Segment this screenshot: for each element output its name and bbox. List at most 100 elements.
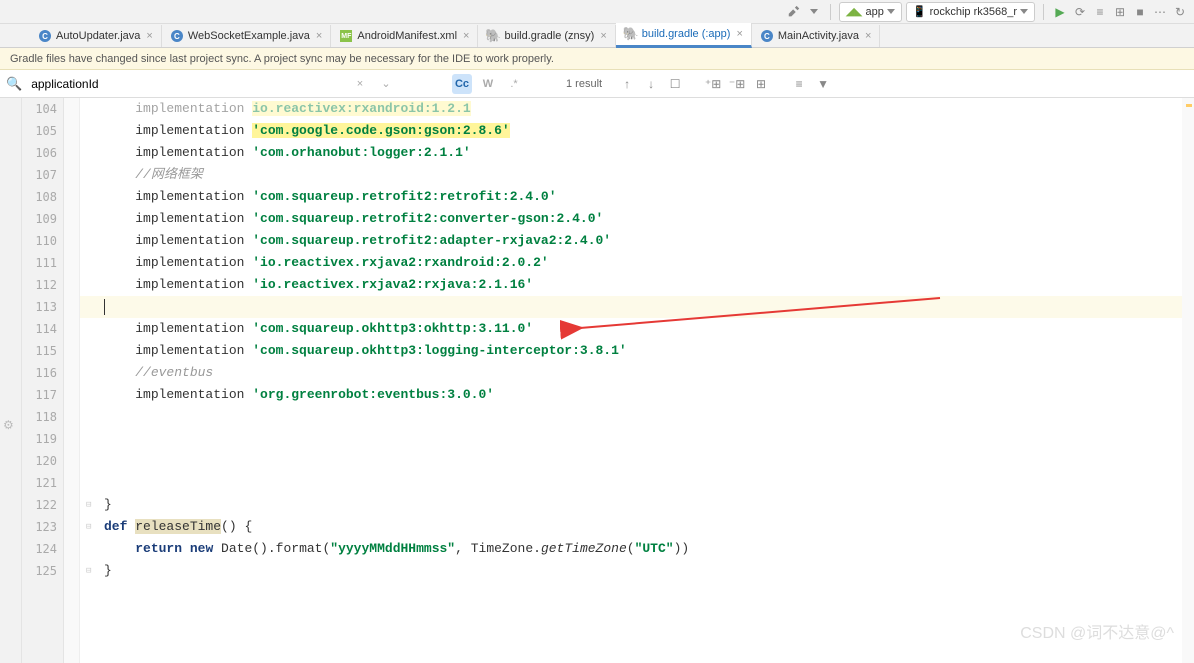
- left-strip: ⚙: [0, 98, 22, 663]
- code-line: implementation 'com.squareup.okhttp3:log…: [80, 340, 1194, 362]
- java-icon: C: [760, 29, 774, 43]
- code-line: [80, 428, 1194, 450]
- line-number: 112: [22, 274, 57, 296]
- find-bar: 🔍 × ⌄ Cc W .* 1 result ↑ ↓ ☐ ⁺⊞ ⁻⊞ ⊞ ≡ ▼: [0, 70, 1194, 98]
- line-number: 110: [22, 230, 57, 252]
- stop-icon[interactable]: ■: [1132, 4, 1148, 20]
- code-line: implementation 'io.reactivex.rxjava2:rxj…: [80, 274, 1194, 296]
- code-line: implementation 'com.squareup.retrofit2:r…: [80, 186, 1194, 208]
- code-content[interactable]: implementation io.reactivex:rxandroid:1.…: [80, 98, 1194, 663]
- java-icon: C: [170, 29, 184, 43]
- close-icon[interactable]: ×: [865, 30, 871, 42]
- tab-build-app[interactable]: 🐘 build.gradle (:app) ×: [616, 23, 752, 48]
- close-icon[interactable]: ×: [463, 30, 469, 42]
- code-line: implementation 'com.google.code.gson:gso…: [80, 120, 1194, 142]
- search-icon: 🔍: [6, 76, 22, 92]
- code-line: [80, 472, 1194, 494]
- run-config-label: app: [866, 6, 884, 18]
- close-icon[interactable]: ×: [146, 30, 152, 42]
- add-selection-icon[interactable]: ⁺⊞: [704, 75, 722, 93]
- line-gutter: 104 105 106 107 108 109 110 111 112 113 …: [22, 98, 64, 663]
- attach-icon[interactable]: ⊞: [1112, 4, 1128, 20]
- line-number: 122: [22, 494, 57, 516]
- line-number: 123: [22, 516, 57, 538]
- code-line-cursor: [80, 296, 1194, 318]
- close-icon[interactable]: ×: [736, 28, 742, 40]
- tab-build-znsy[interactable]: 🐘 build.gradle (znsy) ×: [478, 25, 615, 47]
- code-line: implementation 'io.reactivex.rxjava2:rxa…: [80, 252, 1194, 274]
- profile-icon[interactable]: ≡: [1092, 4, 1108, 20]
- code-line: //eventbus: [80, 362, 1194, 384]
- line-number: 125: [22, 560, 57, 582]
- history-icon[interactable]: ⌄: [376, 74, 396, 94]
- line-number: 115: [22, 340, 57, 362]
- code-line: ⊟}: [80, 494, 1194, 516]
- code-line: implementation 'com.squareup.okhttp3:okh…: [80, 318, 1194, 340]
- tab-autoupdater[interactable]: C AutoUpdater.java ×: [30, 25, 162, 47]
- manifest-icon: MF: [339, 29, 353, 43]
- gear-icon[interactable]: ⚙: [3, 418, 14, 432]
- regex-icon[interactable]: .*: [504, 74, 524, 94]
- code-line: implementation 'com.orhanobut:logger:2.1…: [80, 142, 1194, 164]
- select-all-icon[interactable]: ☐: [666, 75, 684, 93]
- file-tabs: C AutoUpdater.java × C WebSocketExample.…: [0, 24, 1194, 48]
- sync-icon[interactable]: ↻: [1172, 4, 1188, 20]
- line-number: 120: [22, 450, 57, 472]
- device-selector[interactable]: 📱 rockchip rk3568_r: [906, 2, 1035, 22]
- result-count: 1 result: [566, 78, 602, 90]
- code-line: implementation io.reactivex:rxandroid:1.…: [80, 98, 1194, 120]
- select-occurrences-icon[interactable]: ⊞: [752, 75, 770, 93]
- line-number: 118: [22, 406, 57, 428]
- words-icon[interactable]: W: [478, 74, 498, 94]
- run-icon[interactable]: ▶: [1052, 4, 1068, 20]
- editor: ⚙ 104 105 106 107 108 109 110 111 112 11…: [0, 98, 1194, 663]
- gradle-icon: 🐘: [624, 27, 638, 41]
- notification-text: Gradle files have changed since last pro…: [10, 53, 554, 65]
- run-config-selector[interactable]: ◢◣ app: [839, 2, 902, 22]
- device-icon: 📱: [913, 5, 927, 18]
- funnel-icon[interactable]: ▼: [814, 75, 832, 93]
- line-number: 121: [22, 472, 57, 494]
- chevron-down-icon: [887, 9, 895, 14]
- line-number: 116: [22, 362, 57, 384]
- tab-mainactivity[interactable]: C MainActivity.java ×: [752, 25, 881, 47]
- code-line: implementation 'org.greenrobot:eventbus:…: [80, 384, 1194, 406]
- clear-icon[interactable]: ×: [350, 74, 370, 94]
- tab-manifest[interactable]: MF AndroidManifest.xml ×: [331, 25, 478, 47]
- line-number: 117: [22, 384, 57, 406]
- code-line: ⊟}: [80, 560, 1194, 582]
- debug-icon[interactable]: ⟳: [1072, 4, 1088, 20]
- remove-selection-icon[interactable]: ⁻⊞: [728, 75, 746, 93]
- java-icon: C: [38, 29, 52, 43]
- main-toolbar: ◢◣ app 📱 rockchip rk3568_r ▶ ⟳ ≡ ⊞ ■ ⋯ ↻: [0, 0, 1194, 24]
- search-input[interactable]: [28, 74, 328, 94]
- match-case-icon[interactable]: Cc: [452, 74, 472, 94]
- more-icon[interactable]: ⋯: [1152, 4, 1168, 20]
- close-icon[interactable]: ×: [316, 30, 322, 42]
- code-line: [80, 406, 1194, 428]
- code-line: //网络框架: [80, 164, 1194, 186]
- line-number: 111: [22, 252, 57, 274]
- line-number: 119: [22, 428, 57, 450]
- line-number: 109: [22, 208, 57, 230]
- line-number: 114: [22, 318, 57, 340]
- hammer-icon[interactable]: [786, 4, 802, 20]
- code-line: ⊟def releaseTime() {: [80, 516, 1194, 538]
- tab-websocket[interactable]: C WebSocketExample.java ×: [162, 25, 332, 47]
- filter-icon[interactable]: ≡: [790, 75, 808, 93]
- sync-notification: Gradle files have changed since last pro…: [0, 48, 1194, 70]
- watermark: CSDN @词不达意@^: [1020, 619, 1174, 643]
- device-label: rockchip rk3568_r: [930, 6, 1017, 18]
- line-number: 104: [22, 98, 57, 120]
- android-icon: ◢◣: [846, 5, 863, 18]
- line-number: 105: [22, 120, 57, 142]
- prev-match-icon[interactable]: ↑: [618, 75, 636, 93]
- next-match-icon[interactable]: ↓: [642, 75, 660, 93]
- close-icon[interactable]: ×: [600, 30, 606, 42]
- code-line: implementation 'com.squareup.retrofit2:a…: [80, 230, 1194, 252]
- line-number: 107: [22, 164, 57, 186]
- line-number: 113: [22, 296, 57, 318]
- line-number: 106: [22, 142, 57, 164]
- line-number: 124: [22, 538, 57, 560]
- dropdown-icon[interactable]: [806, 4, 822, 20]
